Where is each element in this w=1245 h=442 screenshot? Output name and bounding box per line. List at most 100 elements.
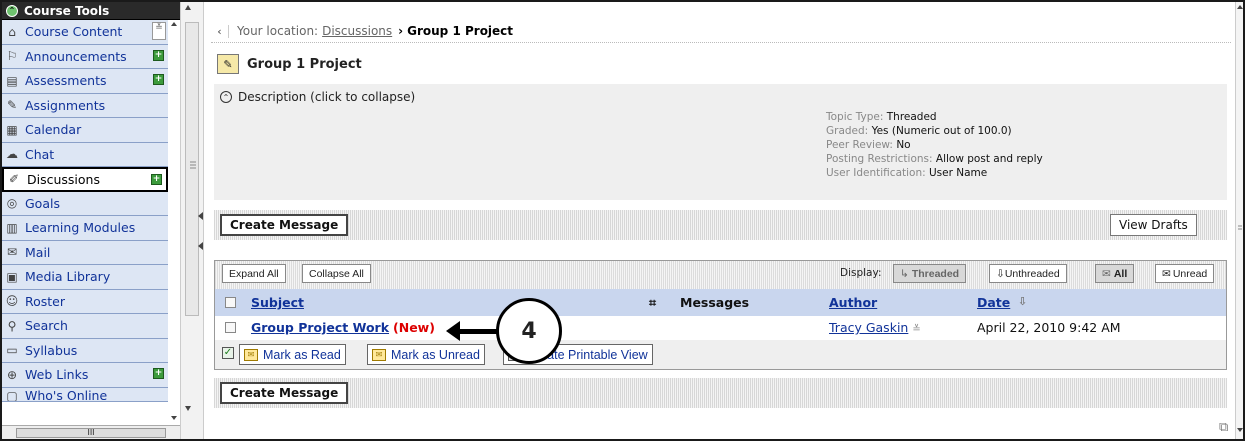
online-icon: ▢ (6, 388, 18, 402)
main-content: ‹ Your location: Discussions › Group 1 P… (205, 2, 1235, 439)
show-unread-button[interactable]: ✉ Unread (1155, 264, 1215, 283)
mark-as-unread-button[interactable]: ✉ Mark as Unread (367, 344, 485, 365)
unthreaded-icon: ⇩ (996, 267, 1005, 280)
sidebar-item-mail[interactable]: ✉ Mail (2, 240, 168, 265)
create-message-button-bottom[interactable]: Create Message (220, 382, 349, 404)
discussion-topic-icon: ✎ (217, 54, 239, 74)
sidebar-item-course-content[interactable]: ⌂ Course Content ≚ (2, 20, 168, 45)
breadcrumb-link-discussions[interactable]: Discussions (322, 24, 392, 38)
show-all-button[interactable]: ✉ All (1095, 264, 1135, 283)
column-date[interactable]: Date (977, 295, 1010, 310)
page-title: Group 1 Project (247, 56, 362, 72)
collapse-circle-icon[interactable]: ⌃ (220, 91, 232, 103)
add-icon[interactable]: + (153, 49, 164, 61)
sidebar-item-chat[interactable]: ☁ Chat (2, 142, 168, 167)
view-drafts-button[interactable]: View Drafts (1110, 214, 1197, 236)
new-badge: (New) (393, 320, 435, 335)
table-row[interactable]: Group Project Work (New) Tracy Gaskin ≚ Ap… (215, 316, 1226, 340)
callout-number: 4 (496, 298, 562, 364)
row-checkbox[interactable] (225, 322, 236, 333)
select-all-checkbox[interactable] (225, 297, 236, 308)
sidebar-item-syllabus[interactable]: ▭ Syllabus (2, 338, 168, 363)
calendar-icon: ▦ (6, 122, 18, 137)
assignment-icon: ✎ (6, 98, 18, 113)
media-icon: ▣ (6, 269, 18, 284)
frame-splitter[interactable] (180, 2, 204, 439)
splitter-arrows (185, 5, 203, 411)
threaded-icon: ↳ (900, 267, 909, 280)
description-toggle[interactable]: ⌃ Description (click to collapse) (220, 90, 415, 104)
dropdown-icon[interactable]: ≚ (152, 22, 166, 40)
mail-icon: ✉ (372, 348, 386, 361)
web-icon: ⊕ (6, 367, 18, 382)
sidebar-item-goals[interactable]: ◎ Goals (2, 191, 168, 216)
page-title-row: ✎ Group 1 Project (217, 54, 362, 74)
sidebar-item-assignments[interactable]: ✎ Assignments (2, 93, 168, 118)
unread-mail-icon: ✉ (1162, 267, 1171, 280)
add-icon[interactable]: + (153, 368, 164, 379)
bottom-action-bar: Create Message (214, 378, 1227, 408)
description-toggle-label[interactable]: Description (click to collapse) (238, 90, 415, 104)
user-icon: ≚ (912, 324, 921, 335)
sidebar-header: ⌃ Course Tools (2, 2, 180, 20)
message-author-link[interactable]: Tracy Gaskin ≚ (829, 320, 921, 335)
attachment-icon: ⌗ (649, 295, 657, 310)
sidebar-vertical-scrollbar[interactable] (168, 20, 180, 425)
sort-down-icon[interactable]: ⇩ (1018, 295, 1027, 308)
create-message-button[interactable]: Create Message (220, 214, 349, 236)
scrollbar-arrows (171, 22, 177, 420)
property-user-identification: User Identification: User Name (826, 167, 988, 179)
sidebar-item-roster[interactable]: ☺ Roster (2, 289, 168, 314)
sidebar-item-announcements[interactable]: ⚐ Announcements + (2, 44, 168, 69)
display-label: Display: (840, 267, 882, 279)
open-mail-icon: ✉ (244, 348, 258, 361)
page-vertical-scrollbar[interactable] (1235, 2, 1243, 439)
top-action-bar: Create Message View Drafts (214, 210, 1227, 240)
goals-icon: ◎ (6, 196, 18, 211)
sidebar-item-learning-modules[interactable]: ▥ Learning Modules (2, 216, 168, 241)
property-peer-review: Peer Review: No (826, 139, 911, 151)
modules-icon: ▥ (6, 220, 18, 235)
message-list-panel: Expand All Collapse All Display: ↳ Thread… (214, 260, 1227, 370)
scroll-thumb[interactable]: III (16, 428, 166, 438)
back-arrow-icon[interactable]: ‹ (211, 24, 229, 38)
search-icon: ⚲ (7, 318, 17, 333)
collapse-all-button[interactable]: Collapse All (302, 264, 371, 283)
description-panel: ⌃ Description (click to collapse) Topic … (214, 84, 1227, 200)
all-mail-icon: ✉ (1102, 267, 1111, 280)
help-icon[interactable]: ⧉ (1219, 420, 1228, 435)
sidebar-horizontal-scrollbar[interactable]: III (2, 425, 180, 439)
sidebar-item-discussions[interactable]: ✐ Discussions + (2, 167, 168, 192)
course-tools-sidebar: ⌃ Course Tools ⌂ Course Content ≚ ⚐ Announc… (2, 2, 180, 439)
unthreaded-button[interactable]: ⇩ Unthreaded (989, 264, 1067, 283)
column-subject[interactable]: Subject (251, 295, 304, 310)
sidebar-item-media-library[interactable]: ▣ Media Library (2, 265, 168, 290)
home-icon: ⌂ (8, 24, 16, 39)
expand-all-button[interactable]: Expand All (222, 264, 286, 283)
check-all-icon[interactable]: ✓ (222, 347, 234, 359)
sidebar-item-search[interactable]: ⚲ Search (2, 314, 168, 339)
breadcrumb-prefix: Your location: (237, 24, 319, 38)
add-icon[interactable]: + (151, 174, 162, 185)
topic-properties: Topic Type: Threaded Graded: Yes (Numeri… (826, 110, 1043, 180)
column-author[interactable]: Author (829, 295, 877, 310)
chat-icon: ☁ (6, 147, 18, 162)
mail-icon: ✉ (6, 245, 18, 260)
column-messages: Messages (680, 295, 750, 310)
table-header: Subject ⌗ Messages Author Date ⇩ (215, 289, 1226, 316)
assessment-icon: ▤ (6, 73, 18, 88)
breadcrumb-current: Group 1 Project (407, 24, 514, 38)
sidebar-item-assessments[interactable]: ▤ Assessments + (2, 69, 168, 94)
collapse-icon[interactable]: ⌃ (6, 4, 18, 17)
roster-icon: ☺ (5, 294, 19, 309)
message-subject-link[interactable]: Group Project Work (New) (251, 320, 435, 335)
callout-arrow (452, 329, 498, 334)
add-icon[interactable]: + (153, 74, 164, 85)
sidebar-item-web-links[interactable]: ⊕ Web Links + (2, 363, 168, 388)
mark-as-read-button[interactable]: ✉ Mark as Read (239, 344, 346, 365)
sidebar-item-calendar[interactable]: ▦ Calendar (2, 118, 168, 143)
pushpin-icon: ✐ (8, 172, 20, 187)
threaded-button[interactable]: ↳ Threaded (893, 264, 967, 283)
divider (211, 42, 1231, 43)
sidebar-item-whos-online[interactable]: ▢ Who's Online (2, 387, 168, 402)
